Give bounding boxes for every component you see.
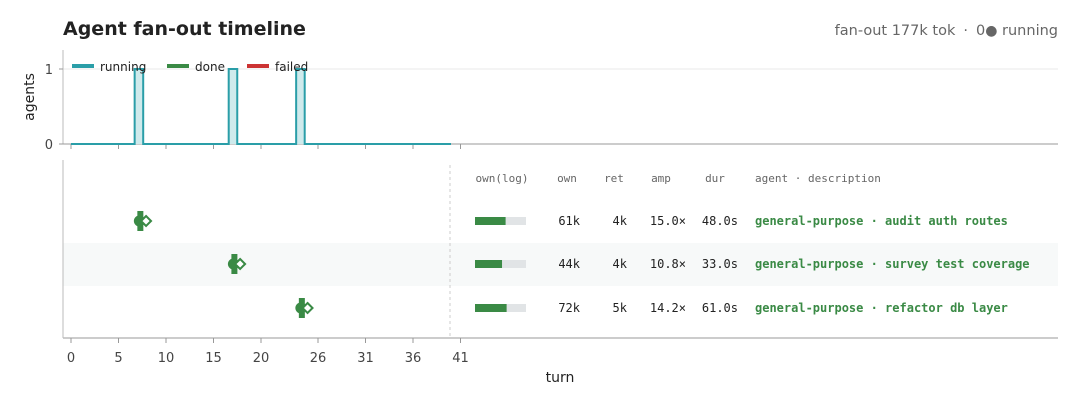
legend-label-done: done	[195, 60, 225, 74]
cell-amp: 15.0×	[650, 214, 686, 228]
cell-agent-description: general-purpose · refactor db layer	[755, 301, 1008, 315]
legend-label-running: running	[100, 60, 146, 74]
cell-ret: 4k	[613, 214, 628, 228]
cell-agent-description: general-purpose · audit auth routes	[755, 214, 1008, 228]
cell-own: 61k	[558, 214, 580, 228]
cell-amp: 14.2×	[650, 301, 686, 315]
legend-label-failed: failed	[275, 60, 308, 74]
running-series-line	[71, 68, 451, 145]
x-axis-label: turn	[546, 370, 575, 386]
x-tick-label: 20	[253, 351, 270, 366]
x-tick-label: 36	[405, 351, 422, 366]
cell-dur: 48.0s	[702, 214, 738, 228]
x-tick-label: 31	[357, 351, 374, 366]
own-log-bar	[475, 260, 503, 268]
cell-ret: 5k	[613, 301, 628, 315]
table-header-3: amp	[651, 172, 671, 185]
cell-agent-description: general-purpose · survey test coverage	[755, 257, 1030, 271]
cell-ret: 4k	[613, 257, 628, 271]
x-tick-label: 5	[114, 351, 122, 366]
running-step-fill	[228, 69, 238, 144]
running-step-fill	[134, 69, 144, 144]
top-y-axis-label: agents	[22, 73, 38, 121]
table-header-4: dur	[705, 172, 725, 185]
x-tick-label: 41	[452, 351, 469, 366]
own-log-bar	[475, 217, 506, 225]
table-header-5: agent · description	[755, 172, 881, 185]
table-header-0: own(log)	[476, 172, 529, 185]
table-header-2: ret	[604, 172, 624, 185]
x-tick-label: 15	[205, 351, 222, 366]
cell-amp: 10.8×	[650, 257, 686, 271]
x-tick-label: 0	[67, 351, 75, 366]
top-y-tick-label: 1	[45, 63, 53, 78]
own-log-bar	[475, 304, 507, 312]
cell-own: 72k	[558, 301, 580, 315]
top-y-tick-label: 0	[45, 138, 53, 153]
cell-dur: 61.0s	[702, 301, 738, 315]
cell-dur: 33.0s	[702, 257, 738, 271]
timeline-chart: 0 1 agents running done failed 0 5 10 15 20 26 31 36 4…	[22, 50, 1058, 386]
table-header-1: own	[557, 172, 577, 185]
running-step-fill	[296, 69, 305, 144]
x-tick-label: 26	[310, 351, 327, 366]
x-tick-label: 10	[158, 351, 175, 366]
cell-own: 44k	[558, 257, 580, 271]
